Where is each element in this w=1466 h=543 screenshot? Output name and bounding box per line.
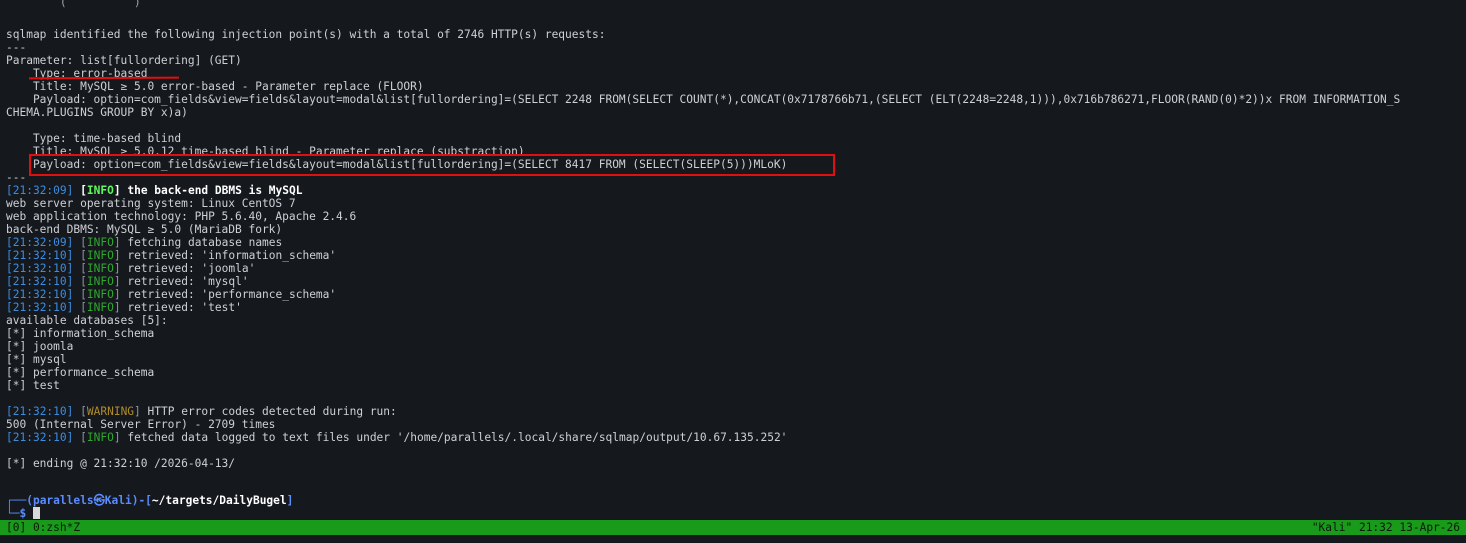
log-message: fetched data logged to text files under …	[127, 431, 788, 444]
injection-payload-error-based-cont: CHEMA.PLUGINS GROUP BY x)a)	[6, 106, 188, 119]
prompt-line-1: ┌──(parallels㉿Kali)-[~/targets/DailyBuge…	[6, 494, 294, 507]
separator-line-2: ---	[6, 171, 27, 184]
log-tag-info: INFO	[86, 249, 114, 262]
log-tag-info: INFO	[86, 431, 114, 444]
log-tag-info: INFO	[86, 236, 114, 249]
log-message: fetching database names	[127, 236, 283, 249]
terminal-window[interactable]: ( ) sqlmap identified the following inje…	[0, 0, 1466, 520]
log-message: HTTP error codes detected during run:	[147, 405, 397, 418]
log-line: [21:32:10] [INFO] retrieved: 'test'	[6, 301, 242, 314]
red-underline-annotation	[28, 76, 180, 80]
injection-payload-time-based: Payload: option=com_fields&view=fields&l…	[6, 158, 788, 171]
status-host-time: "Kali" 21:32 13-Apr-26	[1311, 521, 1460, 534]
log-timestamp: 21:32:09	[12, 236, 67, 249]
prompt-symbol: $	[19, 507, 27, 520]
database-item: [*] performance_schema	[6, 366, 155, 379]
os-line: web server operating system: Linux CentO…	[6, 197, 296, 210]
injection-payload-error-based: Payload: option=com_fields&view=fields&l…	[6, 93, 1401, 106]
tmux-status-bar: [0] 0:zsh*Z "Kali" 21:32 13-Apr-26	[0, 520, 1466, 535]
log-message: retrieved: 'information_schema'	[127, 249, 337, 262]
database-item: [*] test	[6, 379, 60, 392]
log-line-fetched: [21:32:10] [INFO] fetched data logged to…	[6, 431, 788, 444]
log-message: retrieved: 'joomla'	[127, 262, 256, 275]
log-timestamp: 21:32:10	[12, 301, 67, 314]
log-timestamp: 21:32:09	[12, 184, 67, 197]
backend-line: back-end DBMS: MySQL ≥ 5.0 (MariaDB fork…	[6, 223, 283, 236]
log-line: [21:32:10] [INFO] retrieved: 'mysql'	[6, 275, 249, 288]
log-line-dbms: [21:32:09] [INFO] the back-end DBMS is M…	[6, 184, 303, 197]
injection-type-time-based: Type: time-based blind	[6, 132, 182, 145]
database-item: [*] mysql	[6, 353, 67, 366]
log-tag-info: INFO	[86, 288, 114, 301]
log-tag-info: INFO	[86, 301, 114, 314]
log-message: retrieved: 'performance_schema'	[127, 288, 337, 301]
database-item: [*] information_schema	[6, 327, 155, 340]
error-count-line: 500 (Internal Server Error) - 2709 times	[6, 418, 276, 431]
prompt-user: parallels㉿Kali	[32, 494, 132, 507]
log-tag-info: INFO	[86, 262, 114, 275]
terminal-line-partial: ( )	[6, 0, 182, 9]
log-line: [21:32:09] [INFO] fetching database name…	[6, 236, 283, 249]
log-message: retrieved: 'mysql'	[127, 275, 249, 288]
log-line-warning: [21:32:10] [WARNING] HTTP error codes de…	[6, 405, 397, 418]
parameter-line: Parameter: list[fullordering] (GET)	[6, 54, 242, 67]
log-timestamp: 21:32:10	[12, 431, 67, 444]
log-tag-warning: WARNING	[86, 405, 135, 418]
log-timestamp: 21:32:10	[12, 262, 67, 275]
log-timestamp: 21:32:10	[12, 275, 67, 288]
log-timestamp: 21:32:10	[12, 288, 67, 301]
injection-title-error-based: Title: MySQL ≥ 5.0 error-based - Paramet…	[6, 80, 424, 93]
available-databases-header: available databases [5]:	[6, 314, 168, 327]
separator-line: ---	[6, 41, 27, 54]
log-line: [21:32:10] [INFO] retrieved: 'joomla'	[6, 262, 256, 275]
text-cursor	[32, 507, 40, 519]
tech-line: web application technology: PHP 5.6.40, …	[6, 210, 357, 223]
log-line: [21:32:10] [INFO] retrieved: 'informatio…	[6, 249, 337, 262]
log-timestamp: 21:32:10	[12, 249, 67, 262]
log-message: retrieved: 'test'	[127, 301, 242, 314]
status-window-list[interactable]: [0] 0:zsh*Z	[6, 520, 80, 535]
log-line: [21:32:10] [INFO] retrieved: 'performanc…	[6, 288, 337, 301]
database-item: [*] joomla	[6, 340, 74, 353]
log-tag-info: INFO	[86, 275, 114, 288]
terminal-line-identified: sqlmap identified the following injectio…	[6, 28, 606, 41]
log-message: the back-end DBMS is MySQL	[127, 184, 303, 197]
log-tag-info: INFO	[86, 184, 114, 197]
prompt-line-2[interactable]: └─$	[6, 507, 40, 520]
prompt-path: ~/targets/DailyBugel	[151, 494, 287, 507]
ending-line: [*] ending @ 21:32:10 /2026-04-13/	[6, 457, 236, 470]
log-timestamp: 21:32:10	[12, 405, 67, 418]
